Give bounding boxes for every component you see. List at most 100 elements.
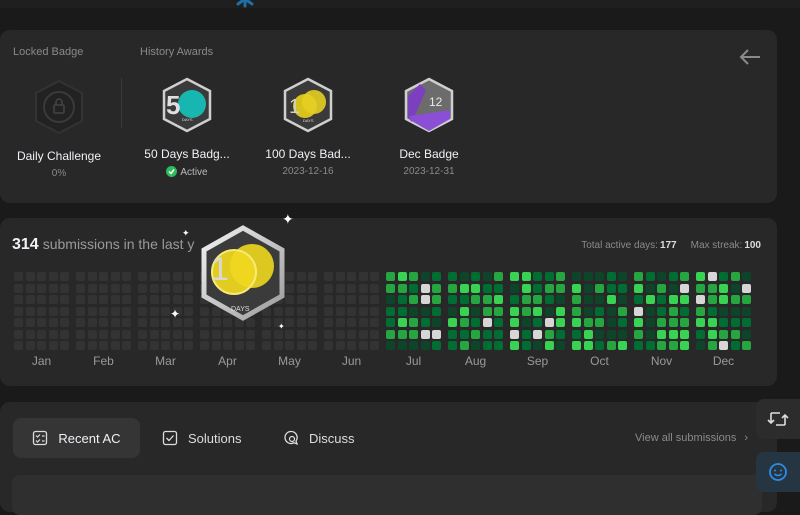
heatmap-cell[interactable] (668, 329, 678, 339)
heatmap-cell[interactable] (696, 306, 705, 316)
heatmap-cell[interactable] (707, 306, 717, 316)
heatmap-cell[interactable] (25, 329, 35, 339)
heatmap-cell[interactable] (335, 272, 345, 281)
heatmap-cell[interactable] (533, 306, 542, 316)
heatmap-cell[interactable] (556, 272, 565, 281)
heatmap-cell[interactable] (347, 329, 356, 339)
heatmap-cell[interactable] (234, 341, 244, 350)
heatmap-cell[interactable] (606, 329, 616, 339)
heatmap-cell[interactable] (730, 295, 740, 304)
heatmap-cell[interactable] (308, 318, 317, 327)
heatmap-cell[interactable] (308, 272, 317, 281)
heatmap-cell[interactable] (510, 329, 519, 339)
heatmap-cell[interactable] (471, 283, 480, 293)
heatmap-cell[interactable] (87, 306, 97, 316)
heatmap-cell[interactable] (572, 272, 581, 281)
heatmap-cell[interactable] (14, 295, 23, 304)
heatmap-cell[interactable] (409, 272, 418, 281)
heatmap-cell[interactable] (347, 318, 356, 327)
heatmap-cell[interactable] (544, 295, 554, 304)
heatmap-cell[interactable] (347, 341, 356, 350)
heatmap-cell[interactable] (99, 306, 108, 316)
heatmap-cell[interactable] (99, 318, 108, 327)
heatmap-cell[interactable] (386, 272, 395, 281)
heatmap-cell[interactable] (719, 272, 728, 281)
heatmap-cell[interactable] (645, 295, 655, 304)
heatmap-cell[interactable] (510, 306, 519, 316)
heatmap-cell[interactable] (544, 341, 554, 350)
heatmap-cell[interactable] (471, 329, 480, 339)
heatmap-cell[interactable] (347, 295, 356, 304)
heatmap-cell[interactable] (719, 295, 728, 304)
heatmap-cell[interactable] (680, 283, 689, 293)
heatmap-cell[interactable] (138, 341, 147, 350)
heatmap-cell[interactable] (386, 295, 395, 304)
heatmap-cell[interactable] (48, 318, 58, 327)
heatmap-cell[interactable] (583, 272, 593, 281)
heatmap-cell[interactable] (122, 306, 131, 316)
heatmap-cell[interactable] (707, 318, 717, 327)
heatmap-cell[interactable] (707, 295, 717, 304)
heatmap-cell[interactable] (494, 295, 503, 304)
heatmap-cell[interactable] (432, 329, 441, 339)
heatmap-cell[interactable] (335, 341, 345, 350)
heatmap-cell[interactable] (533, 329, 542, 339)
heatmap-cell[interactable] (634, 295, 643, 304)
heatmap-cell[interactable] (87, 272, 97, 281)
heatmap-cell[interactable] (358, 283, 368, 293)
heatmap-cell[interactable] (618, 329, 627, 339)
heatmap-cell[interactable] (409, 306, 418, 316)
heatmap-cell[interactable] (184, 341, 193, 350)
heatmap-cell[interactable] (76, 283, 85, 293)
heatmap-cell[interactable] (347, 306, 356, 316)
heatmap-cell[interactable] (420, 283, 430, 293)
heatmap-cell[interactable] (448, 295, 457, 304)
badge-100-days[interactable]: 1 DAYS 100 Days Bad... 2023-12-16 (243, 76, 373, 177)
heatmap-cell[interactable] (308, 295, 317, 304)
heatmap-cell[interactable] (606, 272, 616, 281)
heatmap-cell[interactable] (657, 295, 666, 304)
tab-recent-ac[interactable]: Recent AC (13, 418, 140, 458)
heatmap-cell[interactable] (680, 306, 689, 316)
heatmap-cell[interactable] (595, 283, 604, 293)
heatmap-cell[interactable] (60, 295, 69, 304)
heatmap-cell[interactable] (707, 272, 717, 281)
heatmap-cell[interactable] (668, 272, 678, 281)
heatmap-cell[interactable] (448, 341, 457, 350)
heatmap-cell[interactable] (223, 341, 232, 350)
heatmap-cell[interactable] (459, 306, 469, 316)
heatmap-cell[interactable] (76, 295, 85, 304)
heatmap-cell[interactable] (742, 283, 751, 293)
heatmap-cell[interactable] (99, 272, 108, 281)
heatmap-cell[interactable] (76, 329, 85, 339)
badge-dec[interactable]: 12 Dec Badge 2023-12-31 (364, 76, 494, 177)
back-arrow-icon[interactable] (738, 47, 762, 67)
heatmap-cell[interactable] (634, 329, 643, 339)
heatmap-cell[interactable] (324, 295, 333, 304)
heatmap-cell[interactable] (48, 329, 58, 339)
daily-challenge-badge[interactable]: Daily Challenge 0% (0, 78, 124, 179)
heatmap-cell[interactable] (149, 341, 159, 350)
heatmap-cell[interactable] (324, 272, 333, 281)
heatmap-cell[interactable] (707, 283, 717, 293)
heatmap-cell[interactable] (138, 329, 147, 339)
heatmap-cell[interactable] (459, 318, 469, 327)
heatmap-cell[interactable] (668, 318, 678, 327)
heatmap-cell[interactable] (657, 283, 666, 293)
heatmap-cell[interactable] (533, 318, 542, 327)
heatmap-cell[interactable] (572, 329, 581, 339)
heatmap-cell[interactable] (645, 272, 655, 281)
heatmap-cell[interactable] (25, 306, 35, 316)
heatmap-cell[interactable] (25, 341, 35, 350)
heatmap-cell[interactable] (358, 306, 368, 316)
heatmap-cell[interactable] (122, 295, 131, 304)
heatmap-cell[interactable] (719, 341, 728, 350)
heatmap-cell[interactable] (409, 318, 418, 327)
heatmap-cell[interactable] (409, 295, 418, 304)
heatmap-cell[interactable] (556, 341, 565, 350)
heatmap-cell[interactable] (494, 341, 503, 350)
heatmap-cell[interactable] (680, 341, 689, 350)
heatmap-cell[interactable] (730, 283, 740, 293)
heatmap-cell[interactable] (48, 272, 58, 281)
heatmap-cell[interactable] (138, 318, 147, 327)
